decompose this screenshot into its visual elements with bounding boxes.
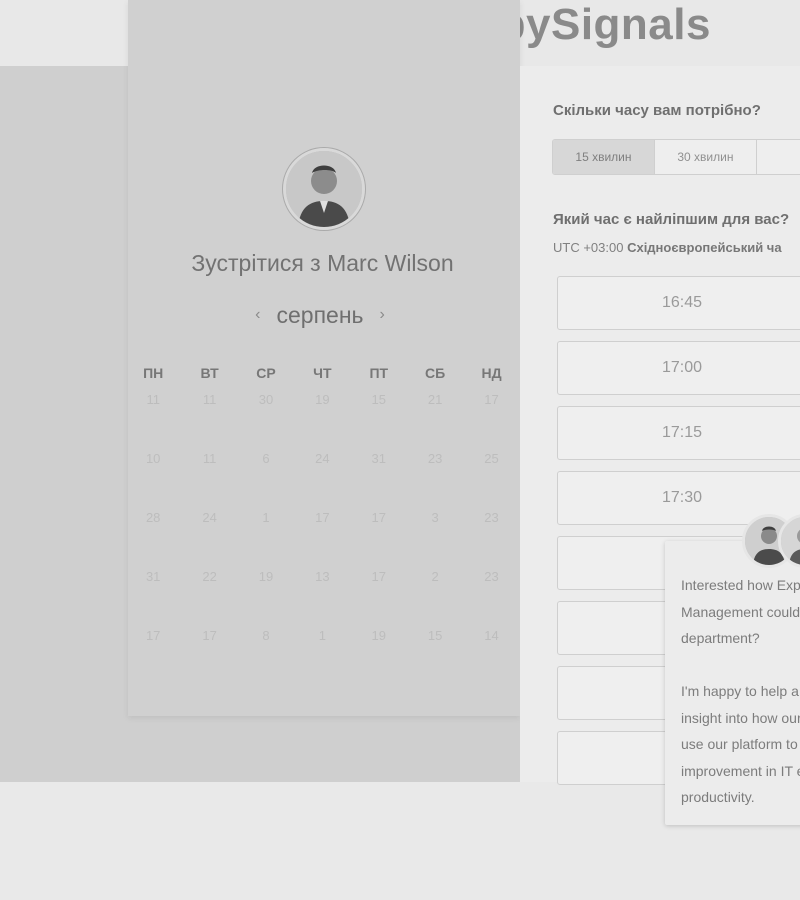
weekday-label: ПТ [369,365,389,381]
meeting-title: Зустрітися з Marc Wilson [191,250,454,276]
month-label: серпень [276,301,364,328]
person-avatar-icon [781,517,800,565]
calendar-day: 31 [371,451,386,466]
calendar-day: 23 [427,451,443,466]
calendar-day: 28 [145,510,161,525]
calendar-day: 10 [145,451,161,466]
host-avatar [283,148,365,230]
calendar-day: 24 [202,510,217,525]
weekday-label: ВТ [200,365,219,381]
duration-question: Скільки часу вам потрібно? [553,102,761,119]
next-month-button[interactable]: › [380,306,385,324]
calendar-day: 17 [484,392,499,407]
calendar-day: 14 [484,628,499,643]
calendar-days-grid: 11 11 30 19 15 21 17 10 11 6 24 31 23 25… [125,390,520,685]
calendar-day: 23 [484,569,499,584]
calendar-day: 11 [146,392,160,407]
time-slot[interactable]: 17:00 [557,341,800,395]
calendar-day: 6 [262,451,270,466]
calendar-day: 15 [371,392,386,407]
calendar-day: 17 [371,510,386,525]
calendar-day: 25 [484,451,499,466]
calendar-day: 22 [202,569,217,584]
month-navigation: ‹ серпень › [230,300,410,330]
timezone-offset: UTC +03:00 [553,240,624,255]
weekday-header: ПН ВТ СР ЧТ ПТ СБ НД [125,365,520,385]
calendar-day: 17 [315,510,330,525]
weekday-label: ЧТ [313,365,332,381]
weekday-label: СР [256,365,276,381]
calendar-day: 21 [427,392,443,407]
person-avatar-icon [286,151,362,227]
calendar-day: 8 [262,628,270,643]
calendar-day: 17 [145,628,161,643]
calendar-day: 11 [202,392,217,407]
time-question: Який час є найліпшим для вас? [553,211,790,228]
calendar-day: 19 [258,569,274,584]
calendar-day: 19 [371,628,386,643]
calendar-day: 23 [484,510,499,525]
calendar-day: 3 [431,510,439,525]
prev-month-button[interactable]: ‹ [255,306,260,324]
duration-option-30[interactable]: 30 хвилин [655,140,757,174]
calendar-day: 11 [202,451,217,466]
calendar-day: 17 [371,569,386,584]
calendar-day: 17 [202,628,217,643]
calendar-day: 19 [315,392,330,407]
duration-option-more[interactable] [757,140,800,174]
weekday-label: НД [481,365,502,381]
calendar-day: 1 [262,510,270,525]
calendar-day: 2 [431,569,439,584]
chat-message: Interested how Exp Management could depa… [681,577,800,805]
calendar-day: 31 [145,569,161,584]
time-slot[interactable]: 16:45 [557,276,800,330]
chat-agent-avatars[interactable] [742,514,800,570]
timezone-name: Східноєвропейський ча [627,240,782,255]
calendar-day: 13 [315,569,330,584]
calendar-day: 30 [258,392,274,407]
calendar-day: 1 [318,628,326,643]
weekday-label: ПН [143,365,164,381]
duration-selector: 15 хвилин 30 хвилин [552,139,800,175]
duration-option-15[interactable]: 15 хвилин [553,140,655,174]
page: HappySignals Зустрітися з Marc Wilson ‹ … [0,0,800,900]
weekday-label: СБ [425,365,446,381]
timezone-label[interactable]: UTC +03:00 Східноєвропейський ча [553,240,782,255]
calendar-day: 24 [315,451,330,466]
calendar-day: 15 [427,628,443,643]
time-slot[interactable]: 17:15 [557,406,800,460]
